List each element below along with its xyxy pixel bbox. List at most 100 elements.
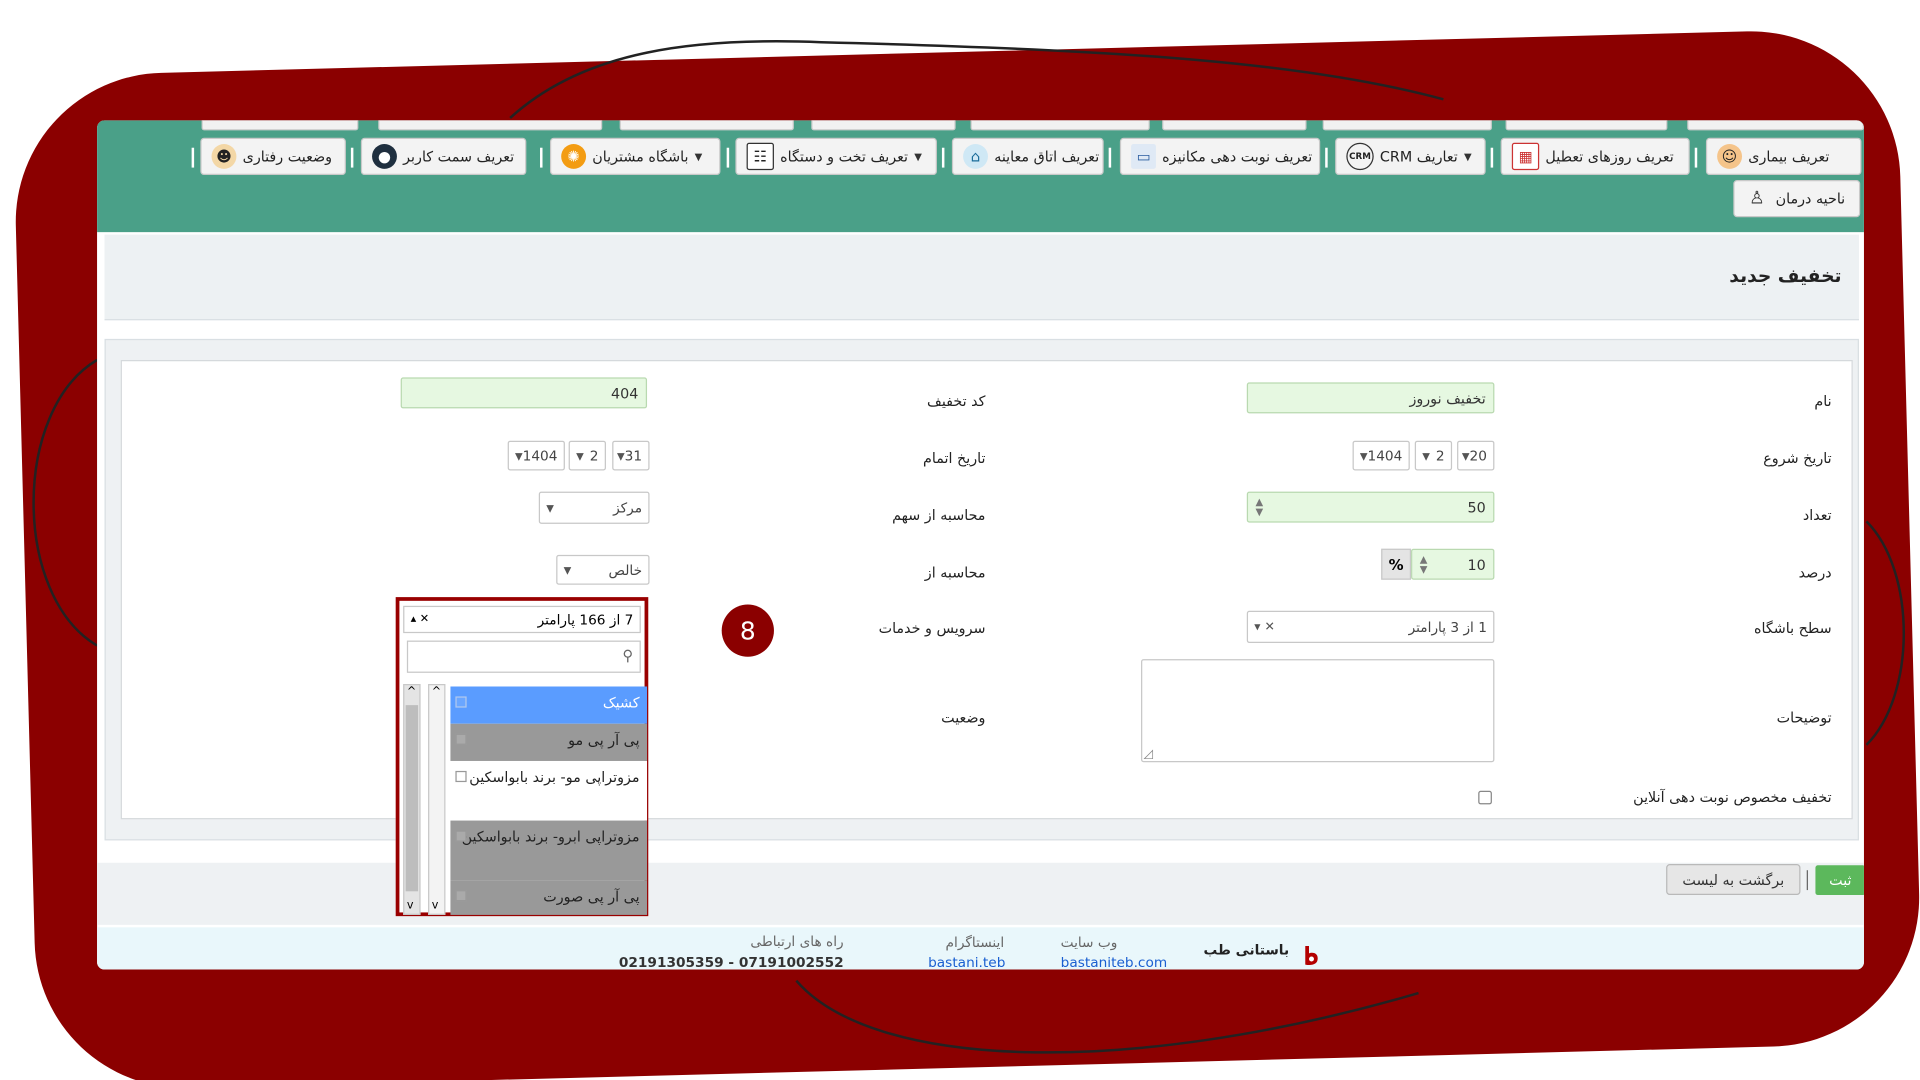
start-month-select[interactable]: 2 ▼: [1414, 440, 1453, 471]
scroll-down-icon[interactable]: v: [432, 900, 439, 912]
option-checkbox[interactable]: [455, 890, 467, 902]
site-footer: باستانی طب وب سایت bastaniteb.com اینستا…: [97, 927, 1864, 970]
nav-label: تعریف اتاق معاینه: [994, 147, 1100, 166]
services-search-input[interactable]: ⚲: [406, 640, 641, 673]
form-body: [120, 360, 1853, 820]
end-day-select[interactable]: 31 ▼: [612, 440, 650, 471]
start-day-select[interactable]: 20 ▼: [1457, 440, 1495, 471]
scroll-up-icon[interactable]: ^: [407, 686, 416, 698]
contact-phones: 07191002552 - 02191305359: [618, 954, 844, 970]
end-month-select[interactable]: 2 ▼: [568, 440, 606, 471]
services-option[interactable]: پی آر پی مو: [450, 723, 648, 761]
club-level-select[interactable]: 1 از 3 پارامتر ✕ ▾: [1246, 610, 1495, 644]
chevron-down-icon: ▼: [514, 450, 523, 462]
services-select[interactable]: 7 از 166 پارامتر ✕ ▴: [403, 605, 641, 634]
nav-label: تعریف نوبت دهی مکانیزه: [1162, 147, 1313, 166]
clear-and-chevron-up-icon[interactable]: ✕ ▴: [411, 613, 430, 625]
services-option[interactable]: پی آر پی صورت: [450, 880, 648, 915]
instagram-title: اینستاگرام: [945, 934, 1005, 951]
nav-label: تعریف سمت کاربر: [403, 147, 515, 166]
chevron-down-icon: ▼: [1461, 450, 1470, 462]
nav-partial-button: [1687, 120, 1864, 131]
chevron-down-icon: ▼: [1359, 450, 1368, 462]
spinner-icon[interactable]: ▲ ▼: [1255, 497, 1263, 517]
code-input[interactable]: 404: [400, 377, 648, 409]
spinner-icon[interactable]: ▲ ▼: [1420, 554, 1428, 574]
nav-partial-button: [1162, 120, 1307, 131]
website-link[interactable]: bastaniteb.com: [1061, 955, 1168, 970]
nav-define-disease[interactable]: تعریف بیماری ☺: [1705, 137, 1862, 176]
calc-from-label: محاسبه از: [924, 563, 986, 581]
nav-partial-button: [201, 120, 359, 131]
nav-label: وضعیت رفتاری: [242, 147, 333, 166]
nav-bed-device[interactable]: ▼ تعریف تخت و دستگاه ☷: [735, 137, 937, 176]
services-value: 7 از 166 پارامتر: [537, 611, 634, 628]
scroll-thumb[interactable]: [405, 705, 419, 892]
instagram-link[interactable]: bastani.teb: [928, 955, 1005, 970]
option-checkbox[interactable]: [455, 770, 467, 783]
option-checkbox[interactable]: [455, 830, 467, 842]
nav-user-role[interactable]: تعریف سمت کاربر ●: [360, 137, 527, 176]
count-label: تعداد: [1802, 506, 1832, 524]
option-label: مزوتراپی ابرو- برند بابواسکین: [461, 828, 640, 846]
services-option[interactable]: مزوتراپی مو- برند بابواسکین: [450, 760, 648, 821]
step-badge: 8: [721, 604, 774, 657]
online-label: تخفیف مخصوص نوبت دهی آنلاین: [1633, 788, 1832, 806]
end-month-value: 2: [589, 447, 599, 464]
nav-behavior-status[interactable]: وضعیت رفتاری ☻: [200, 137, 346, 176]
outer-scrollbar[interactable]: ^ v: [403, 684, 421, 915]
nav-label: ناحیه درمان: [1775, 189, 1846, 208]
clipboard-icon: ☷: [746, 142, 774, 171]
count-input[interactable]: 50 ▲ ▼: [1246, 491, 1495, 523]
save-button[interactable]: ثبت: [1815, 865, 1864, 896]
nav-separator: [941, 147, 945, 168]
nav-separator: [350, 147, 354, 168]
inner-scrollbar[interactable]: ^ v: [428, 684, 446, 915]
people-icon: ✺: [561, 144, 587, 169]
nav-customer-club[interactable]: ▼ باشگاه مشتریان ✺: [549, 137, 721, 176]
name-input[interactable]: تخفیف نوروز: [1246, 382, 1495, 414]
services-label: سرویس و خدمات: [878, 619, 986, 637]
share-value: مرکز: [613, 499, 643, 516]
contact-title: راه های ارتباطی: [750, 933, 844, 950]
option-checkbox[interactable]: [455, 733, 467, 745]
nav-mechanized-appointment[interactable]: تعریف نوبت دهی مکانیزه ▭: [1119, 137, 1321, 176]
clear-and-chevron-icon[interactable]: ✕ ▾: [1254, 620, 1275, 634]
top-navigation: تعریف بیماری ☺ تعریف روزهای تعطیل ▦ ▼ تع…: [97, 120, 1864, 233]
option-checkbox[interactable]: [455, 696, 467, 708]
online-checkbox[interactable]: [1478, 790, 1492, 805]
chevron-down-icon: ▼: [1422, 450, 1430, 462]
services-option[interactable]: مزوتراپی ابرو- برند بابواسکین: [450, 820, 648, 881]
scroll-up-icon[interactable]: ^: [432, 686, 441, 698]
notes-textarea[interactable]: ◿: [1141, 659, 1495, 763]
percent-unit: %: [1381, 548, 1412, 580]
nav-define-holidays[interactable]: تعریف روزهای تعطیل ▦: [1500, 137, 1690, 176]
start-year-select[interactable]: 1404 ▼: [1352, 440, 1410, 471]
button-separator: [1806, 870, 1808, 891]
resize-handle-icon[interactable]: ◿: [1144, 747, 1154, 761]
services-dropdown[interactable]: 7 از 166 پارامتر ✕ ▴ ⚲ ^ v ^ v کشیک پی آ…: [395, 597, 649, 917]
chevron-down-icon: ▼: [1463, 150, 1472, 163]
nav-exam-room[interactable]: تعریف اتاق معاینه ⌂: [951, 137, 1104, 176]
chevron-down-icon: ▼: [616, 450, 625, 462]
page-title: تخفیف جدید: [1729, 264, 1842, 287]
nav-crm-definitions[interactable]: ▼ تعاریف CRM CRM: [1335, 137, 1486, 176]
calc-from-value: خالص: [608, 561, 643, 578]
scroll-down-icon[interactable]: v: [407, 900, 414, 912]
nav-partial-button: [1322, 120, 1492, 131]
chevron-down-icon: ▼: [563, 564, 572, 576]
end-year-select[interactable]: 1404 ▼: [507, 440, 565, 471]
percent-input[interactable]: 10 ▲ ▼: [1411, 548, 1495, 580]
services-option[interactable]: کشیک: [450, 686, 648, 724]
crm-icon: CRM: [1346, 142, 1374, 171]
nav-treatment-area[interactable]: ناحیه درمان ♙: [1733, 180, 1861, 218]
nav-label: تعریف تخت و دستگاه: [780, 147, 909, 166]
nav-separator: [540, 147, 543, 168]
form-card: [104, 338, 1859, 841]
back-to-list-button[interactable]: برگشت به لیست: [1666, 864, 1801, 896]
share-select[interactable]: مرکز ▼: [538, 491, 650, 524]
doctor-icon: ☺: [1717, 144, 1743, 169]
head-icon: ☻: [211, 144, 237, 169]
chevron-down-icon: ▼: [914, 150, 922, 163]
calc-from-select[interactable]: خالص ▼: [556, 554, 650, 585]
